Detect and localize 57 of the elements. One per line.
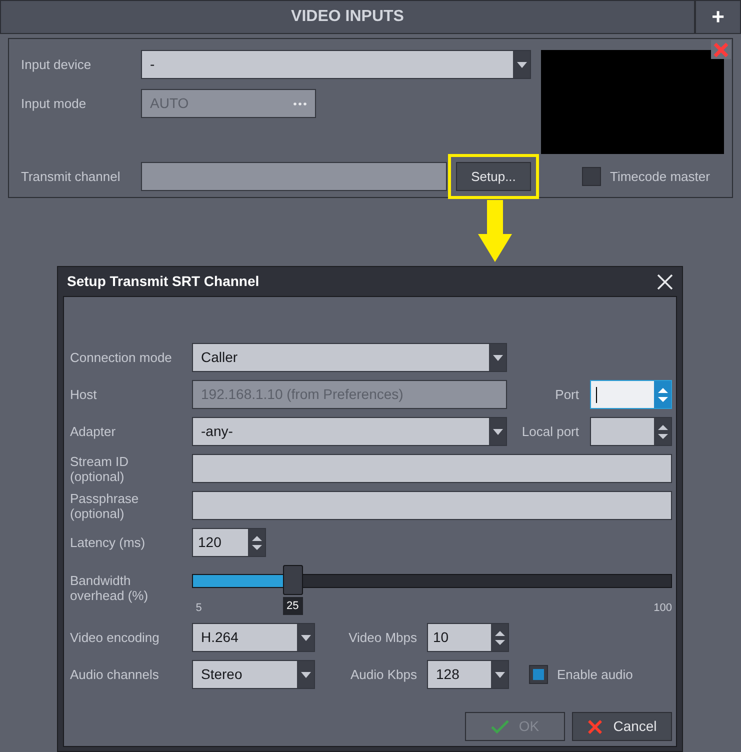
field-label: Video encoding [70, 630, 160, 645]
cancel-button[interactable]: Cancel [572, 712, 672, 741]
dropdown[interactable]: 128 [427, 660, 509, 689]
checkmark-icon [490, 720, 509, 734]
field-label: Bandwidth overhead (%) [70, 572, 150, 605]
timecode-master-label: Timecode master [610, 169, 710, 184]
input-field[interactable] [192, 491, 672, 520]
up-down-arrows-icon [658, 386, 668, 402]
field-label: Host [70, 387, 98, 402]
caret-icon [300, 672, 310, 678]
caret-icon [300, 634, 310, 640]
field-label: Audio channels [70, 667, 160, 682]
field-label: Passphrase (optional) [70, 490, 140, 520]
transmit-channel-field[interactable] [141, 162, 447, 191]
slider-value-label: 25 [282, 597, 303, 615]
dropdown[interactable]: -any- [192, 417, 507, 446]
add-button[interactable]: + [695, 0, 741, 34]
cross-icon [587, 718, 604, 734]
up-down-arrows-icon [494, 630, 504, 646]
panel-title: VIDEO INPUTS [0, 0, 695, 34]
close-icon[interactable] [657, 274, 673, 290]
spinner-field[interactable] [590, 380, 672, 409]
field-label: Port [555, 387, 579, 402]
dialog-title: Setup Transmit SRT Channel [67, 272, 260, 291]
field-label: Adapter [70, 424, 117, 439]
field-label: Stream ID (optional) [70, 454, 130, 484]
input-device-label: Input device [21, 57, 92, 72]
spinner-field[interactable] [590, 417, 672, 446]
caret-icon [494, 672, 504, 678]
input-field[interactable] [192, 454, 672, 483]
field-label: Latency (ms) [70, 535, 146, 550]
spinner-field[interactable]: 10 [427, 623, 509, 652]
slider[interactable] [192, 565, 672, 595]
caret-icon [516, 62, 526, 68]
caret-icon [492, 428, 502, 434]
caret-icon [492, 354, 502, 360]
setup-button[interactable]: Setup... [456, 162, 531, 191]
more-icon [293, 102, 307, 106]
field-label: Connection mode [70, 350, 173, 365]
slider-min-label: 5 [196, 601, 202, 616]
dropdown[interactable]: - [141, 50, 531, 79]
dropdown[interactable]: Caller [192, 343, 507, 372]
dropdown[interactable]: H.264 [192, 623, 315, 652]
checkbox[interactable] [529, 665, 548, 684]
input-mode-label: Input mode [21, 96, 88, 111]
field-label: Local port [522, 424, 579, 439]
field-label: Video Mbps [348, 630, 417, 645]
transmit-channel-label: Transmit channel [21, 169, 122, 184]
slider-thumb[interactable] [282, 565, 303, 595]
field-label: Audio Kbps [350, 667, 417, 682]
checkbox[interactable] [582, 167, 601, 186]
spinner-field[interactable]: 120 [192, 528, 266, 557]
dropdown[interactable]: Stereo [192, 660, 315, 689]
up-down-arrows-icon [658, 424, 668, 440]
enable-audio-label: Enable audio [557, 667, 633, 682]
slider-max-label: 100 [654, 601, 672, 616]
up-down-arrows-icon [252, 534, 262, 550]
